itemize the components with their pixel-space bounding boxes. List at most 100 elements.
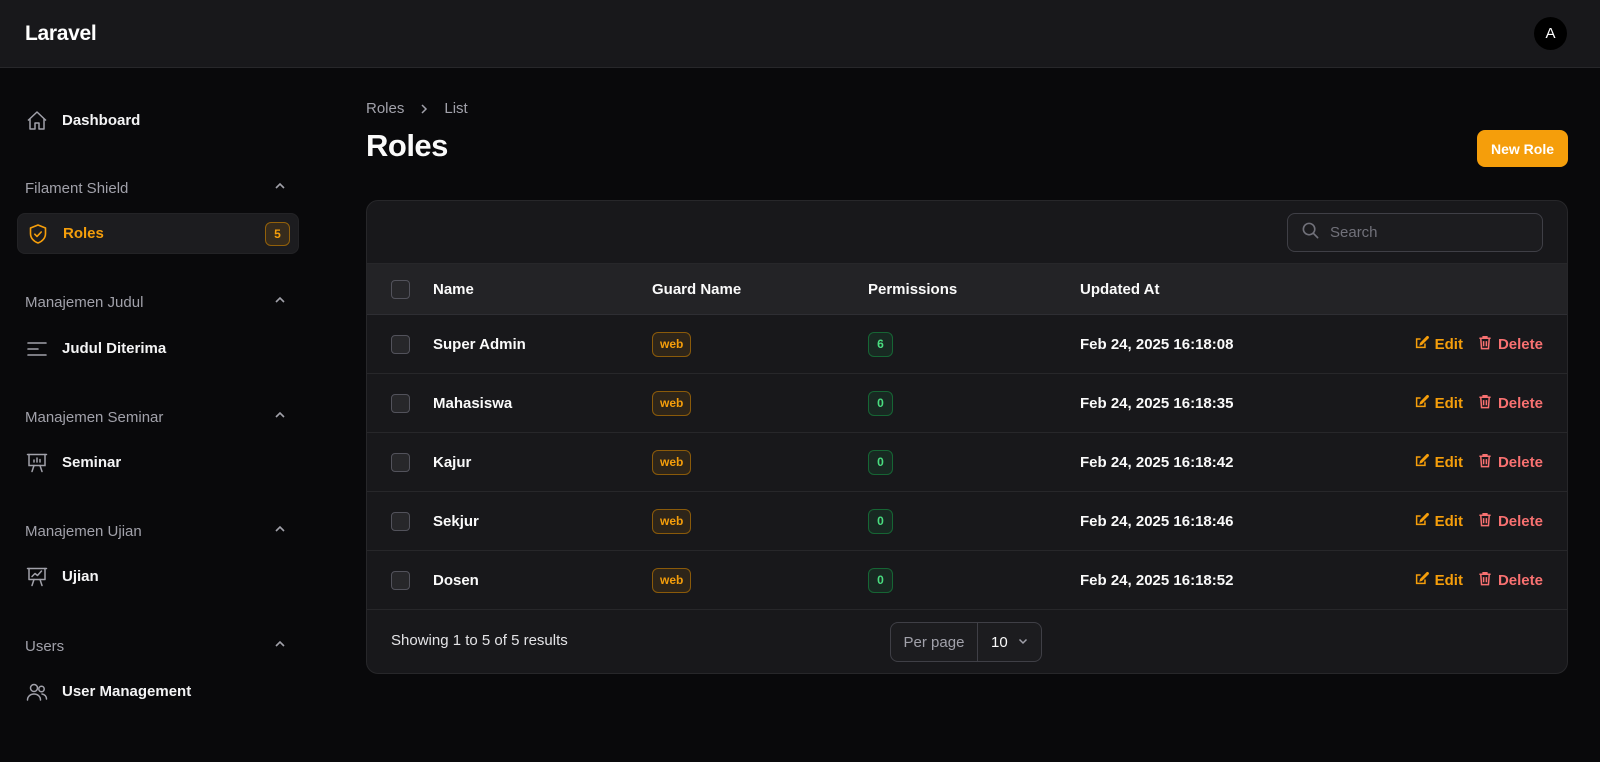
edit-label: Edit: [1434, 453, 1463, 471]
row-checkbox[interactable]: [391, 393, 410, 413]
row-checkbox[interactable]: [391, 452, 410, 472]
edit-button[interactable]: Edit: [1414, 571, 1463, 590]
pencil-square-icon: [1414, 453, 1429, 472]
updated-at: Feb 24, 2025 16:18:35: [1080, 394, 1234, 412]
column-header-name[interactable]: Name: [433, 264, 474, 314]
role-name: Super Admin: [433, 335, 526, 353]
sidebar: Dashboard Filament Shield Roles 5 Manaje…: [0, 68, 316, 762]
users-icon: [25, 680, 49, 704]
breadcrumb-roles[interactable]: Roles: [366, 100, 404, 117]
bars-left-icon: [25, 337, 49, 361]
sidebar-item-label: User Management: [62, 683, 192, 700]
pencil-square-icon: [1414, 335, 1429, 354]
edit-label: Edit: [1434, 394, 1463, 412]
breadcrumb-list: List: [444, 100, 468, 117]
new-role-button[interactable]: New Role: [1477, 130, 1568, 167]
trash-icon: [1478, 394, 1492, 413]
guard-badge: web: [652, 331, 692, 357]
pencil-square-icon: [1414, 394, 1429, 413]
role-name: Sekjur: [433, 512, 479, 530]
edit-button[interactable]: Edit: [1414, 453, 1463, 472]
delete-button[interactable]: Delete: [1478, 453, 1543, 472]
role-name: Mahasiswa: [433, 394, 513, 412]
nav-group-manajemen-ujian[interactable]: Manajemen Ujian: [25, 519, 287, 543]
pencil-square-icon: [1414, 512, 1429, 531]
updated-at: Feb 24, 2025 16:18:42: [1080, 453, 1234, 471]
trash-icon: [1478, 335, 1492, 354]
table-toolbar: [367, 201, 1567, 264]
nav-group-label: Manajemen Seminar: [25, 408, 164, 426]
delete-button[interactable]: Delete: [1478, 512, 1543, 531]
row-checkbox[interactable]: [391, 570, 410, 590]
updated-at: Feb 24, 2025 16:18:52: [1080, 571, 1234, 589]
per-page-label: Per page: [891, 623, 978, 661]
column-header-updated[interactable]: Updated At: [1080, 264, 1159, 314]
edit-button[interactable]: Edit: [1414, 335, 1463, 354]
sidebar-item-ujian[interactable]: Ujian: [17, 556, 299, 597]
delete-button[interactable]: Delete: [1478, 571, 1543, 590]
column-header-guard[interactable]: Guard Name: [652, 264, 741, 314]
edit-label: Edit: [1434, 335, 1463, 353]
brand-logo[interactable]: Laravel: [25, 22, 97, 46]
permissions-count-badge: 6: [868, 331, 893, 357]
sidebar-item-user-management[interactable]: User Management: [17, 671, 299, 712]
nav-group-manajemen-judul[interactable]: Manajemen Judul: [25, 290, 287, 314]
sidebar-item-seminar[interactable]: Seminar: [17, 442, 299, 483]
breadcrumb: Roles List: [366, 100, 468, 117]
permissions-count-badge: 0: [868, 508, 893, 534]
guard-badge: web: [652, 390, 692, 416]
table-row[interactable]: Dosen web 0 Feb 24, 2025 16:18:52 Edit D…: [367, 551, 1567, 610]
chevron-right-icon: [418, 103, 430, 115]
select-all-checkbox[interactable]: [391, 279, 410, 299]
table-row[interactable]: Kajur web 0 Feb 24, 2025 16:18:42 Edit D…: [367, 433, 1567, 492]
search-box[interactable]: [1287, 213, 1543, 252]
chevron-down-icon: [1017, 634, 1029, 651]
delete-button[interactable]: Delete: [1478, 335, 1543, 354]
per-page-control[interactable]: Per page 10: [890, 622, 1042, 662]
permissions-count-badge: 0: [868, 390, 893, 416]
table-footer: Showing 1 to 5 of 5 results Per page 10: [367, 610, 1567, 673]
table-row[interactable]: Sekjur web 0 Feb 24, 2025 16:18:46 Edit …: [367, 492, 1567, 551]
row-checkbox[interactable]: [391, 334, 410, 354]
table-header: Name Guard Name Permissions Updated At: [367, 264, 1567, 315]
delete-button[interactable]: Delete: [1478, 394, 1543, 413]
user-avatar[interactable]: A: [1534, 17, 1567, 50]
delete-label: Delete: [1497, 335, 1543, 353]
roles-table-card: Name Guard Name Permissions Updated At S…: [366, 200, 1568, 674]
role-name: Dosen: [433, 571, 479, 589]
trash-icon: [1478, 453, 1492, 472]
sidebar-item-roles[interactable]: Roles 5: [17, 213, 299, 254]
nav-group-filament-shield[interactable]: Filament Shield: [25, 176, 287, 200]
nav-group-label: Users: [25, 637, 65, 655]
sidebar-item-dashboard[interactable]: Dashboard: [17, 100, 299, 141]
column-header-permissions[interactable]: Permissions: [868, 264, 957, 314]
search-input[interactable]: [1330, 224, 1530, 241]
sidebar-item-label: Ujian: [62, 568, 99, 585]
chevron-up-icon: [273, 293, 287, 312]
shield-check-icon: [26, 222, 50, 246]
chevron-up-icon: [273, 637, 287, 656]
table-row[interactable]: Mahasiswa web 0 Feb 24, 2025 16:18:35 Ed…: [367, 374, 1567, 433]
delete-label: Delete: [1497, 394, 1543, 412]
permissions-count-badge: 0: [868, 449, 893, 475]
trash-icon: [1478, 571, 1492, 590]
guard-badge: web: [652, 508, 692, 534]
per-page-value: 10: [991, 633, 1008, 651]
nav-group-manajemen-seminar[interactable]: Manajemen Seminar: [25, 405, 287, 429]
edit-button[interactable]: Edit: [1414, 394, 1463, 413]
sidebar-item-label: Roles: [63, 225, 104, 242]
role-name: Kajur: [433, 453, 472, 471]
edit-button[interactable]: Edit: [1414, 512, 1463, 531]
results-summary: Showing 1 to 5 of 5 results: [391, 632, 568, 649]
sidebar-item-judul-diterima[interactable]: Judul Diterima: [17, 328, 299, 369]
page-title: Roles: [366, 128, 448, 163]
table-row[interactable]: Super Admin web 6 Feb 24, 2025 16:18:08 …: [367, 315, 1567, 374]
row-checkbox[interactable]: [391, 511, 410, 531]
per-page-select[interactable]: 10: [978, 623, 1041, 661]
presentation-chart-bar-icon: [25, 451, 49, 475]
guard-badge: web: [652, 567, 692, 593]
nav-group-users[interactable]: Users: [25, 634, 287, 658]
updated-at: Feb 24, 2025 16:18:08: [1080, 335, 1234, 353]
delete-label: Delete: [1497, 453, 1543, 471]
presentation-chart-line-icon: [25, 565, 49, 589]
